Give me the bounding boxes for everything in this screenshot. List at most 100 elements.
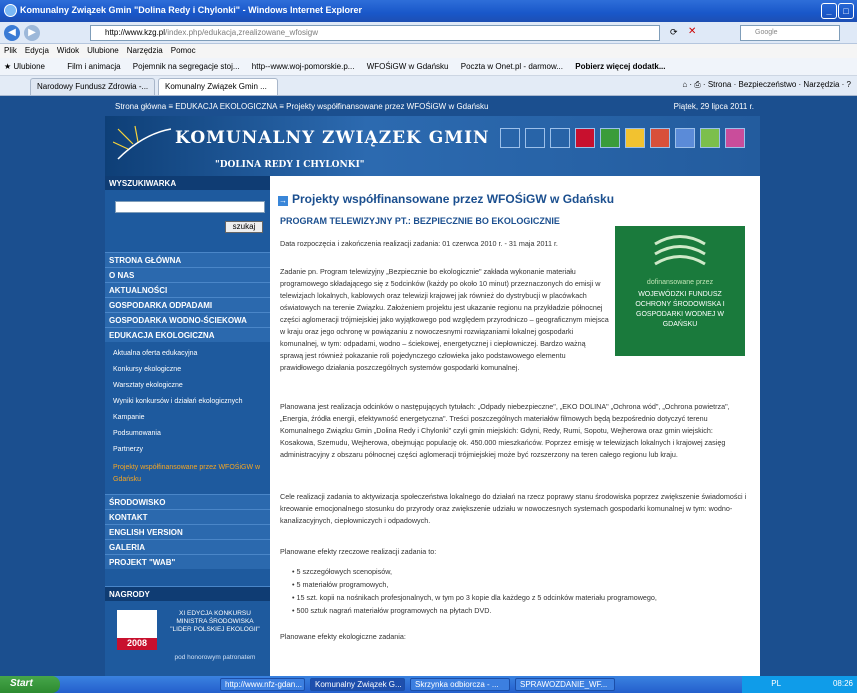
menu-help[interactable]: Pomoc (171, 46, 196, 55)
award-year: 2008 (117, 638, 157, 650)
search-button[interactable]: szukaj (225, 221, 263, 233)
sun-logo-icon (113, 125, 172, 160)
taskbar-item[interactable]: SPRAWOZDANIE_WF... (515, 678, 615, 691)
favorite-item[interactable]: Film i animacja (67, 58, 120, 75)
award-patron: pod honorowym patronatem (174, 654, 256, 661)
nav-home[interactable]: STRONA GŁÓWNA (105, 252, 270, 267)
gmina-crest-icon[interactable] (675, 128, 695, 148)
paragraph-4: Planowane efekty rzeczowe realizacji zad… (280, 547, 437, 556)
nav-environment[interactable]: ŚRODOWISKO (105, 494, 270, 509)
nav-waste[interactable]: GOSPODARKA ODPADAMI (105, 297, 270, 312)
nav-contact[interactable]: KONTAKT (105, 509, 270, 524)
nav-education[interactable]: EDUKACJA EKOLOGICZNA (105, 327, 270, 342)
favorite-item[interactable]: Poczta w Onet.pl - darmow... (461, 58, 563, 75)
menu-favorites[interactable]: Ulubione (87, 46, 119, 55)
clock[interactable]: 08:26 (833, 679, 853, 688)
wfosigw-badge[interactable]: dofinansowane przez WOJEWÓDZKI FUNDUSZ O… (615, 226, 745, 356)
ie-icon (4, 4, 17, 17)
page-viewport: Strona główna ≡ EDUKACJA EKOLOGICZNA ≡ P… (0, 96, 857, 676)
menu-file[interactable]: Plik (4, 46, 17, 55)
gmina-crest-icon[interactable] (600, 128, 620, 148)
url-host: http://www.kzg.pl (105, 28, 166, 37)
paragraph-2: Planowana jest realizacja odcinków o nas… (280, 402, 730, 459)
window-title: Komunalny Związek Gmin "Dolina Redy i Ch… (20, 5, 362, 15)
minimize-button[interactable]: _ (821, 3, 837, 19)
bullet-item: • 500 sztuk nagrań materiałów programowy… (292, 606, 492, 615)
bullet-item: • 15 szt. kopii na nośnikach profesjonal… (292, 593, 657, 602)
subnav-item[interactable]: Partnerzy (113, 446, 143, 453)
maximize-button[interactable]: □ (838, 3, 854, 19)
home-icon[interactable]: ⌂ (682, 80, 687, 89)
subnav-item[interactable]: Kampanie (113, 414, 145, 421)
menu-view[interactable]: Widok (57, 46, 79, 55)
logo-subtitle: "DOLINA REDY I CHYLONKI" (215, 160, 365, 170)
start-button[interactable]: Start (0, 676, 60, 693)
favorite-item[interactable]: WFOŚiGW w Gdańsku (367, 58, 449, 75)
url-input[interactable]: http://www.kzg.pl/index.php/edukacja,zre… (90, 25, 660, 41)
favorite-item[interactable]: http--www.woj-pomorskie.p... (252, 58, 355, 75)
back-icon[interactable]: ◀ (4, 25, 20, 41)
bullet-item: • 5 szczegółowych scenopisów, (292, 567, 392, 576)
tab-bar: Narodowy Fundusz Zdrowia -... Komunalny … (0, 76, 857, 96)
window-titlebar[interactable]: Komunalny Związek Gmin "Dolina Redy i Ch… (0, 0, 857, 22)
arrow-icon: → (278, 196, 288, 206)
gmina-crest-icon[interactable] (725, 128, 745, 148)
subnav-item[interactable]: Konkursy ekologiczne (113, 366, 181, 373)
decor-tile (500, 128, 520, 148)
gmina-crest-icon[interactable] (575, 128, 595, 148)
subnav-item-current[interactable]: Projekty współfinansowane przez WFOŚiGW … (113, 462, 263, 486)
site-search-input[interactable] (115, 201, 265, 213)
favorite-item[interactable]: Pojemnik na segregacje stoj... (133, 58, 240, 75)
nav-gallery[interactable]: GALERIA (105, 539, 270, 554)
stop-icon[interactable]: ✕ (688, 26, 696, 37)
taskbar-item[interactable]: Skrzynka odbiorcza - ... (410, 678, 510, 691)
tab-nfz[interactable]: Narodowy Fundusz Zdrowia -... (30, 78, 155, 95)
subnav-item[interactable]: Wyniki konkursów i działań ekologicznych (113, 398, 243, 405)
command-bar: ⌂ · ⎙ · Strona · Bezpieczeństwo · Narzęd… (682, 80, 851, 89)
nav-water[interactable]: GOSPODARKA WODNO-ŚCIEKOWA (105, 312, 270, 327)
address-bar: ◀ ▶ http://www.kzg.pl/index.php/edukacja… (0, 22, 857, 44)
nav-news[interactable]: AKTUALNOŚCI (105, 282, 270, 297)
help-icon[interactable]: ? (847, 80, 851, 89)
url-path: /index.php/edukacja,zrealizowane_wfosigw (165, 28, 319, 37)
favorites-button[interactable]: ★ Ulubione (4, 58, 55, 75)
gmina-crest-icon[interactable] (650, 128, 670, 148)
search-input[interactable]: Google (740, 25, 840, 41)
badge-text: WOJEWÓDZKI FUNDUSZ OCHRONY ŚRODOWISKA I … (635, 291, 725, 328)
subnav-item[interactable]: Podsumowania (113, 430, 161, 437)
gmina-crest-icon[interactable] (700, 128, 720, 148)
taskbar: Start http://www.nfz-gdan... Komunalny Z… (0, 676, 857, 693)
menu-edit[interactable]: Edycja (25, 46, 49, 55)
search-heading: WYSZUKIWARKA (105, 176, 270, 190)
tab-kzg[interactable]: Komunalny Związek Gmin ... (158, 78, 278, 95)
paragraph-5: Planowane efekty ekologiczne zadania: (280, 632, 406, 641)
site-header: KOMUNALNY ZWIĄZEK GMIN "DOLINA REDY I CH… (105, 116, 760, 176)
wave-logo-icon (654, 235, 706, 266)
decor-tile (550, 128, 570, 148)
command-safety[interactable]: Bezpieczeństwo (739, 80, 797, 89)
taskbar-item[interactable]: http://www.nfz-gdan... (220, 678, 305, 691)
favorite-item[interactable]: Pobierz więcej dodatk... (575, 58, 665, 75)
awards-heading: NAGRODY (105, 586, 270, 601)
paragraph-3: Cele realizacji zadania to aktywizacja s… (280, 492, 747, 525)
favorites-bar: ★ Ulubione Film i animacja Pojemnik na s… (0, 58, 857, 76)
page-title: → Projekty współfinansowane przez WFOŚiGW… (278, 192, 615, 206)
language-indicator[interactable]: PL (771, 679, 781, 688)
command-tools[interactable]: Narzędzia (803, 80, 839, 89)
forward-icon[interactable]: ▶ (24, 25, 40, 41)
logo-title: KOMUNALNY ZWIĄZEK GMIN (175, 128, 490, 148)
command-page[interactable]: Strona (708, 80, 732, 89)
print-icon[interactable]: ⎙ (694, 80, 700, 89)
subnav-item[interactable]: Warsztaty ekologiczne (113, 382, 183, 389)
refresh-icon[interactable]: ⟳ (670, 27, 678, 38)
subnav-item[interactable]: Aktualna oferta edukacyjna (113, 350, 197, 357)
menu-bar: Plik Edycja Widok Ulubione Narzędzia Pomoc (0, 44, 857, 58)
gmina-crest-icon[interactable] (625, 128, 645, 148)
taskbar-item[interactable]: Komunalny Związek G... (310, 678, 405, 691)
nav-about[interactable]: O NAS (105, 267, 270, 282)
menu-tools[interactable]: Narzędzia (127, 46, 163, 55)
award-logo-icon[interactable]: 2008 (117, 610, 157, 650)
badge-top: dofinansowane przez (646, 279, 714, 286)
nav-english[interactable]: ENGLISH VERSION (105, 524, 270, 539)
nav-wab[interactable]: PROJEKT "WAB" (105, 554, 270, 569)
